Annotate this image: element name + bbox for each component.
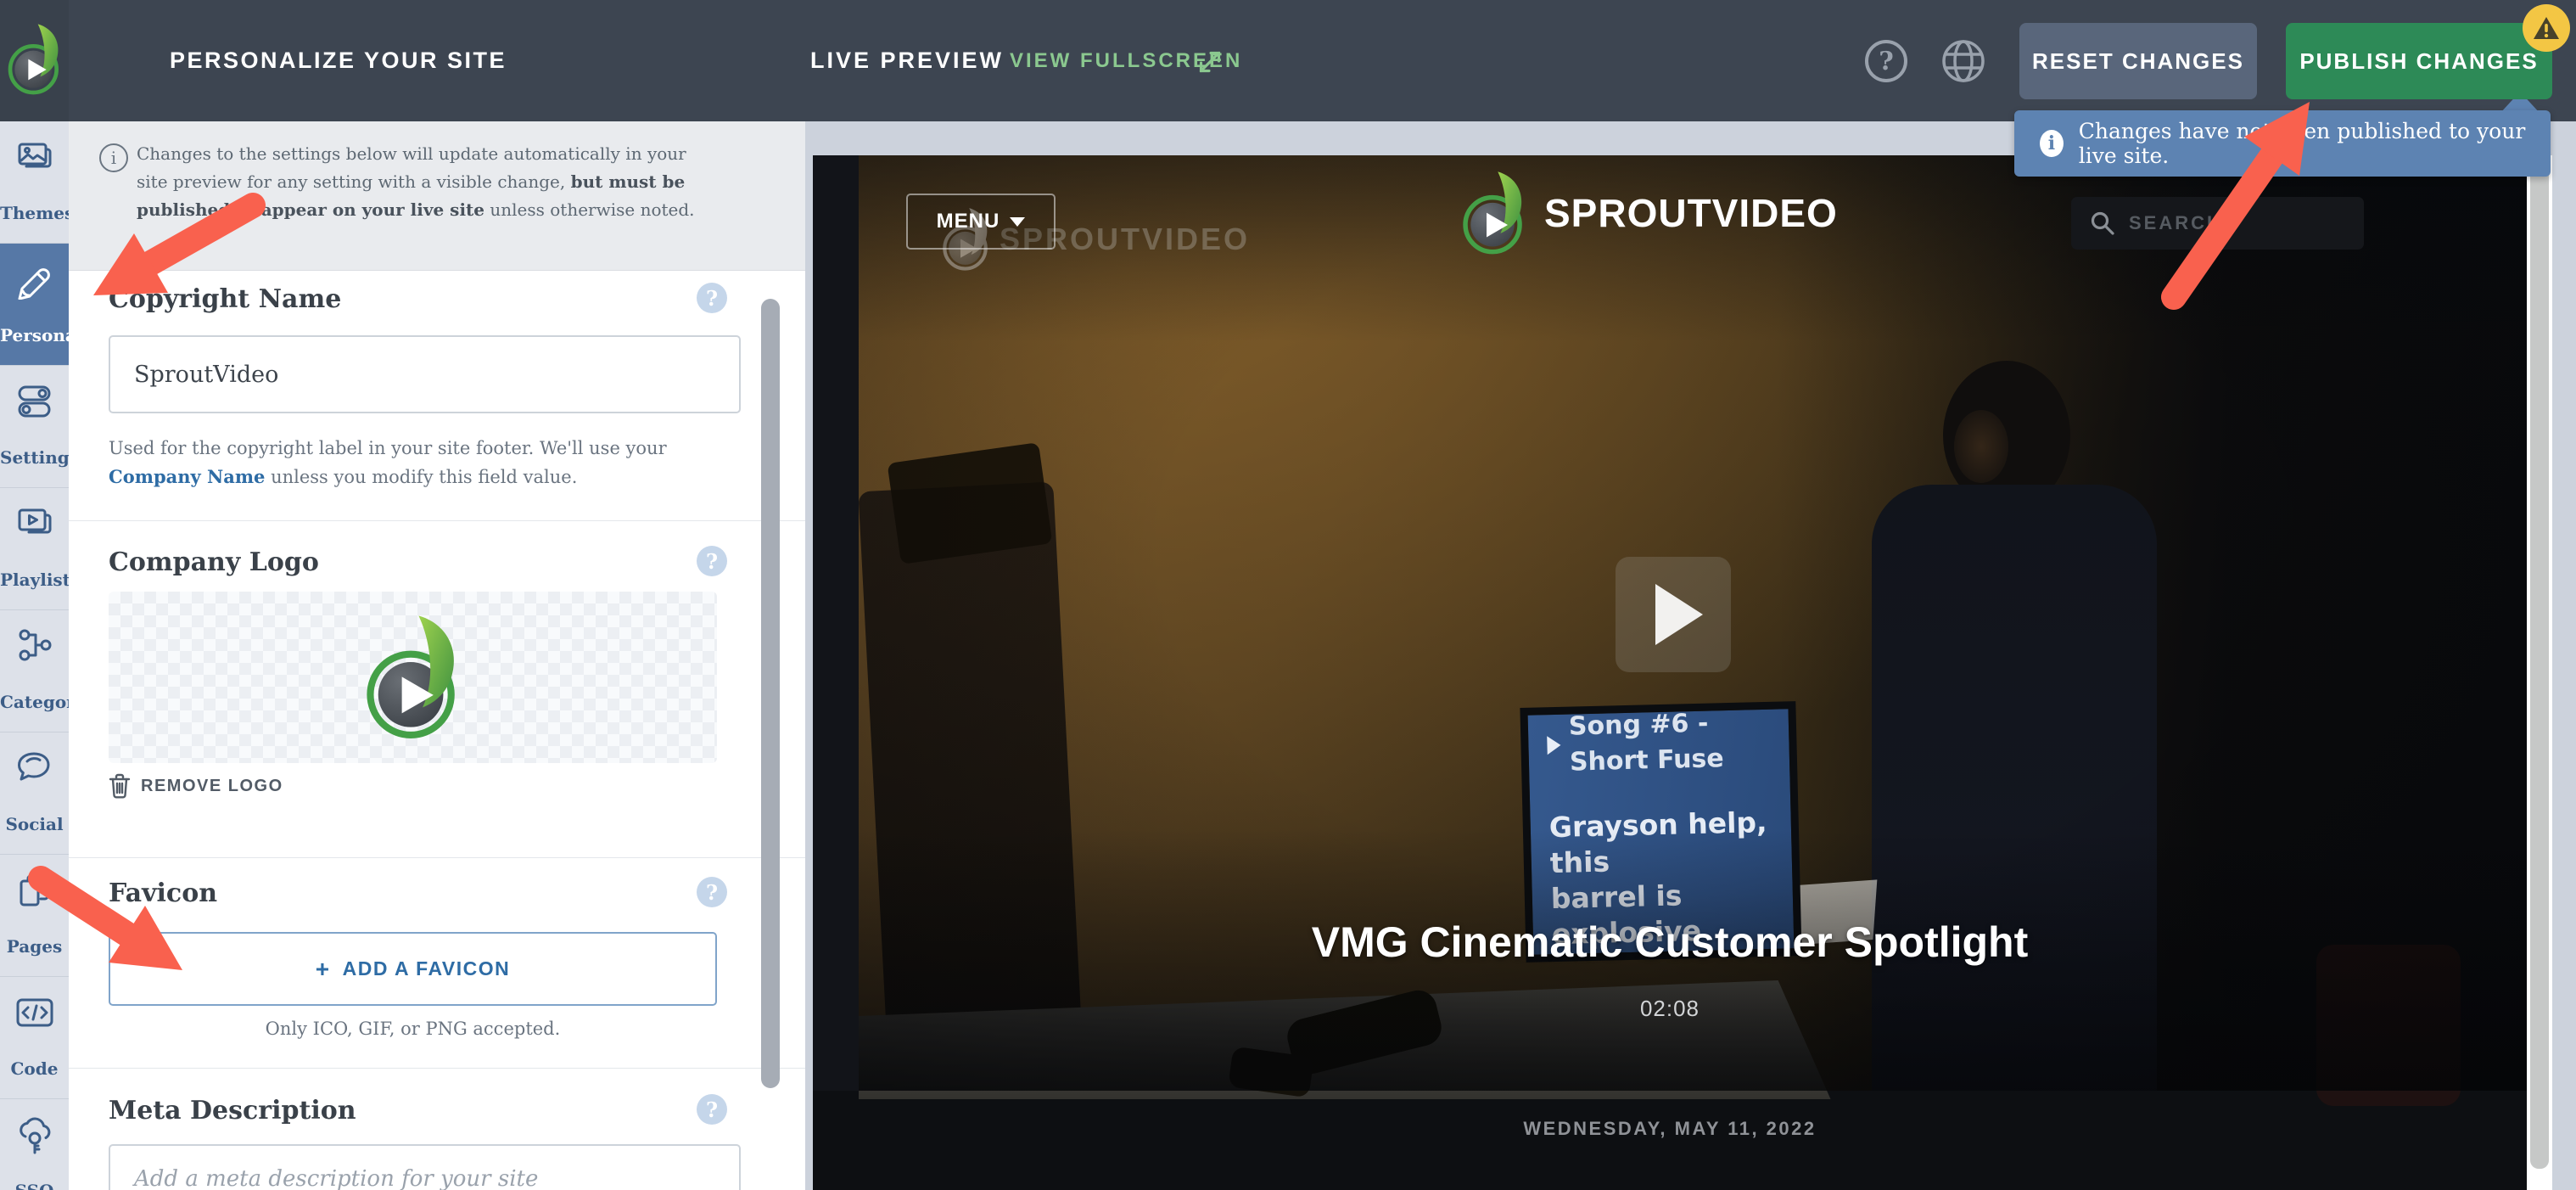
sidebar-item-label: Playlists: [0, 570, 81, 590]
expand-icon: [1199, 51, 1221, 73]
themes-icon: [18, 143, 51, 168]
pages-icon: [20, 874, 48, 907]
sidebar-item-code[interactable]: Code: [0, 977, 69, 1099]
sidebar-item-label: Code: [10, 1058, 59, 1079]
categories-icon: [19, 629, 51, 661]
play-icon: [1655, 584, 1703, 645]
chevron-down-icon: [1010, 216, 1026, 227]
sidebar-item-themes[interactable]: Themes: [0, 121, 75, 244]
playlists-icon: [18, 508, 51, 534]
meta-description-heading: Meta Description: [109, 1096, 356, 1125]
preview-gutter-left: [805, 121, 813, 1190]
sidebar-item-personalize[interactable]: Personalize: [0, 244, 110, 366]
sidebar-item-label: Categories: [0, 692, 103, 712]
section-divider: [69, 857, 805, 858]
search-icon: [2091, 211, 2114, 235]
sidebar-item-categories[interactable]: Categories: [0, 610, 103, 733]
site-menu-button[interactable]: MENU: [906, 194, 1056, 250]
remove-logo-label: REMOVE LOGO: [141, 776, 283, 795]
toggles-icon: [18, 385, 50, 418]
sproutvideo-logo-icon: [5, 17, 64, 102]
site-name: SPROUTVIDEO: [1544, 191, 1838, 235]
autosave-notice: i Changes to the settings below will upd…: [69, 121, 805, 271]
favicon-help-icon[interactable]: ?: [697, 877, 727, 907]
video-duration: 02:08: [1639, 996, 1700, 1021]
sidebar-item-label: Personalize: [0, 325, 110, 345]
sidebar: Themes Personalize Settings Playlists Ca…: [0, 121, 110, 1190]
site-date-section: WEDNESDAY, MAY 11, 2022: [813, 1091, 2527, 1190]
help-icon[interactable]: ?: [1862, 37, 1910, 85]
site-logo-icon: [1459, 169, 1529, 257]
trash-icon: [109, 773, 131, 799]
remove-logo-button[interactable]: REMOVE LOGO: [109, 773, 283, 799]
company-name-link[interactable]: Company Name: [109, 466, 265, 487]
copyright-help-icon[interactable]: ?: [697, 283, 727, 313]
code-icon: [16, 998, 53, 1027]
sidebar-item-sso[interactable]: SSO: [0, 1099, 69, 1190]
warning-triangle-icon: [2534, 17, 2559, 39]
favicon-hint: Only ICO, GIF, or PNG accepted.: [265, 1019, 561, 1039]
pencil-icon: [18, 268, 50, 300]
globe-icon[interactable]: [1940, 37, 1987, 85]
chat-bubble-icon: [17, 752, 49, 781]
info-outline-icon: i: [99, 143, 128, 172]
info-icon: i: [2040, 130, 2064, 157]
favicon-heading: Favicon: [109, 878, 218, 908]
panel-title: PERSONALIZE YOUR SITE: [170, 48, 507, 73]
preview-gutter-right: [2552, 121, 2576, 1190]
company-logo-heading: Company Logo: [109, 547, 319, 577]
company-logo-help-icon[interactable]: ?: [697, 546, 727, 576]
add-favicon-button[interactable]: + ADD A FAVICON: [109, 932, 717, 1006]
plus-icon: +: [315, 955, 331, 982]
publish-changes-button[interactable]: PUBLISH CHANGES: [2286, 23, 2552, 99]
sso-cloud-key-icon: [19, 1117, 50, 1154]
reset-changes-button[interactable]: RESET CHANGES: [2019, 23, 2257, 99]
live-preview-frame: Song #6 - Short Fuse Grayson help, this …: [813, 155, 2527, 1190]
live-preview-label: LIVE PREVIEW: [810, 48, 1005, 73]
site-search-input[interactable]: [2127, 211, 2334, 235]
company-logo-preview: [109, 592, 717, 763]
copyright-helper-text: Used for the copyright label in your sit…: [109, 438, 667, 487]
app-logo-tile[interactable]: [0, 0, 69, 121]
panel-scrollbar-thumb[interactable]: [761, 299, 780, 1088]
video-title: VMG Cinematic Customer Spotlight: [1311, 918, 2029, 966]
menu-label: MENU: [936, 210, 1000, 233]
meta-help-icon[interactable]: ?: [697, 1094, 727, 1125]
preview-scrollbar-thumb[interactable]: [2530, 163, 2549, 1169]
copyright-name-input[interactable]: [109, 335, 741, 413]
section-divider: [69, 1068, 805, 1069]
site-search-box[interactable]: [2071, 197, 2364, 250]
sidebar-item-label: SSO: [0, 1181, 69, 1190]
personalize-settings-panel: i Changes to the settings below will upd…: [69, 121, 806, 1190]
unpublished-tooltip: i Changes have not been published to you…: [2014, 110, 2551, 177]
company-logo-image: [361, 609, 465, 745]
sidebar-item-settings[interactable]: Settings: [0, 366, 80, 488]
section-divider: [69, 520, 805, 521]
sidebar-item-label: Themes: [0, 203, 75, 223]
app-window: PERSONALIZE YOUR SITE LIVE PREVIEW VIEW …: [0, 0, 2576, 1190]
unpublished-warning-badge: [2523, 4, 2570, 52]
add-favicon-label: ADD A FAVICON: [342, 957, 511, 980]
sidebar-item-label: Settings: [0, 447, 80, 468]
sidebar-item-social[interactable]: Social: [0, 733, 69, 855]
copyright-name-heading: Copyright Name: [109, 284, 342, 314]
notice-text: Changes to the settings below will updat…: [137, 143, 695, 220]
site-brand: SPROUTVIDEO: [1459, 169, 1838, 257]
sidebar-item-label: Pages: [6, 936, 63, 957]
video-play-button[interactable]: [1616, 557, 1731, 672]
meta-description-textarea[interactable]: Add a meta description for your site: [109, 1144, 741, 1190]
tooltip-text: Changes have not been published to your …: [2078, 119, 2526, 168]
sidebar-item-playlists[interactable]: Playlists: [0, 488, 81, 610]
svg-text:?: ?: [1879, 47, 1894, 76]
video-date: WEDNESDAY, MAY 11, 2022: [1523, 1118, 1817, 1139]
sidebar-item-pages[interactable]: Pages: [0, 855, 69, 977]
sidebar-item-label: Social: [5, 814, 64, 834]
